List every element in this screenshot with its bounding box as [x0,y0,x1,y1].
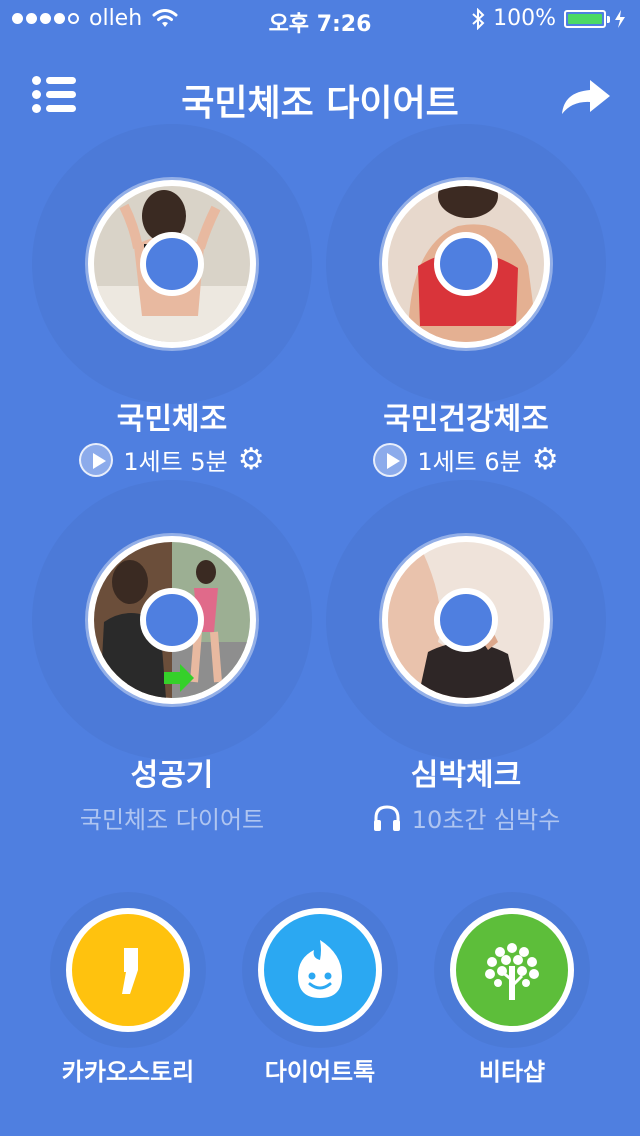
card-subtitle-row-2: 1세트 6분 ⚙ [316,442,616,477]
video-disc-2[interactable] [382,180,550,348]
page-title: 국민체조 다이어트 [181,83,459,124]
app-label-diettalk: 다이어트톡 [264,1058,376,1086]
video-disc-4[interactable] [382,536,550,704]
tree-icon [485,943,539,1000]
vitashop-button[interactable] [450,908,574,1032]
card-subtitle-row-4: 10초간 심박수 [316,800,616,835]
battery-percent: 100% [493,6,556,31]
battery-fill [568,13,602,24]
share-arrow-icon [562,80,610,114]
smiley-drop-icon [298,940,342,998]
card-subtitle-4: 10초간 심박수 [411,806,561,834]
gear-icon[interactable]: ⚙ [532,444,559,475]
card-title-1: 국민체조 [116,402,228,437]
disc-center-hole [434,232,498,296]
status-bar: olleh 오후 7:26 100% [0,0,640,40]
card-title-2: 국민건강체조 [383,402,549,437]
battery-icon [564,9,610,28]
kakaostory-icon [122,948,138,994]
play-icon[interactable] [79,442,114,477]
bluetooth-icon [472,7,485,30]
app-label-kakaostory: 카카오스토리 [61,1058,195,1086]
card-subtitle-row-3: 국민체조 다이어트 [22,800,322,835]
card-success-story [62,510,282,730]
app-label-vitashop: 비타샵 [478,1058,546,1086]
app-header: 국민체조 다이어트 [0,60,640,140]
video-disc-3[interactable] [88,536,256,704]
disc-center-hole [140,588,204,652]
charging-icon [615,9,625,28]
share-button[interactable] [558,74,614,118]
card-subtitle-2: 1세트 6분 [417,448,522,476]
card-title-4: 심박체크 [410,758,522,793]
app-vitashop: 비타샵 [432,892,592,1092]
play-icon[interactable] [373,442,408,477]
card-subtitle-1: 1세트 5분 [123,448,228,476]
gear-icon[interactable]: ⚙ [238,444,265,475]
card-subtitle-3: 국민체조 다이어트 [79,806,265,834]
card-title-3: 성공기 [130,758,214,793]
disc-center-hole [140,232,204,296]
card-heartrate-check [356,510,576,730]
app-kakaostory: 카카오스토리 [48,892,208,1092]
video-disc-1[interactable] [88,180,256,348]
card-gukmin-cheje [62,154,282,374]
card-gukmin-geongang-cheje [356,154,576,374]
diettalk-button[interactable] [258,908,382,1032]
card-subtitle-row-1: 1세트 5분 ⚙ [22,442,322,477]
status-right: 100% [471,6,626,31]
kakaostory-button[interactable] [66,908,190,1032]
disc-center-hole [434,588,498,652]
app-diettalk: 다이어트톡 [240,892,400,1092]
headphones-icon [373,804,400,831]
